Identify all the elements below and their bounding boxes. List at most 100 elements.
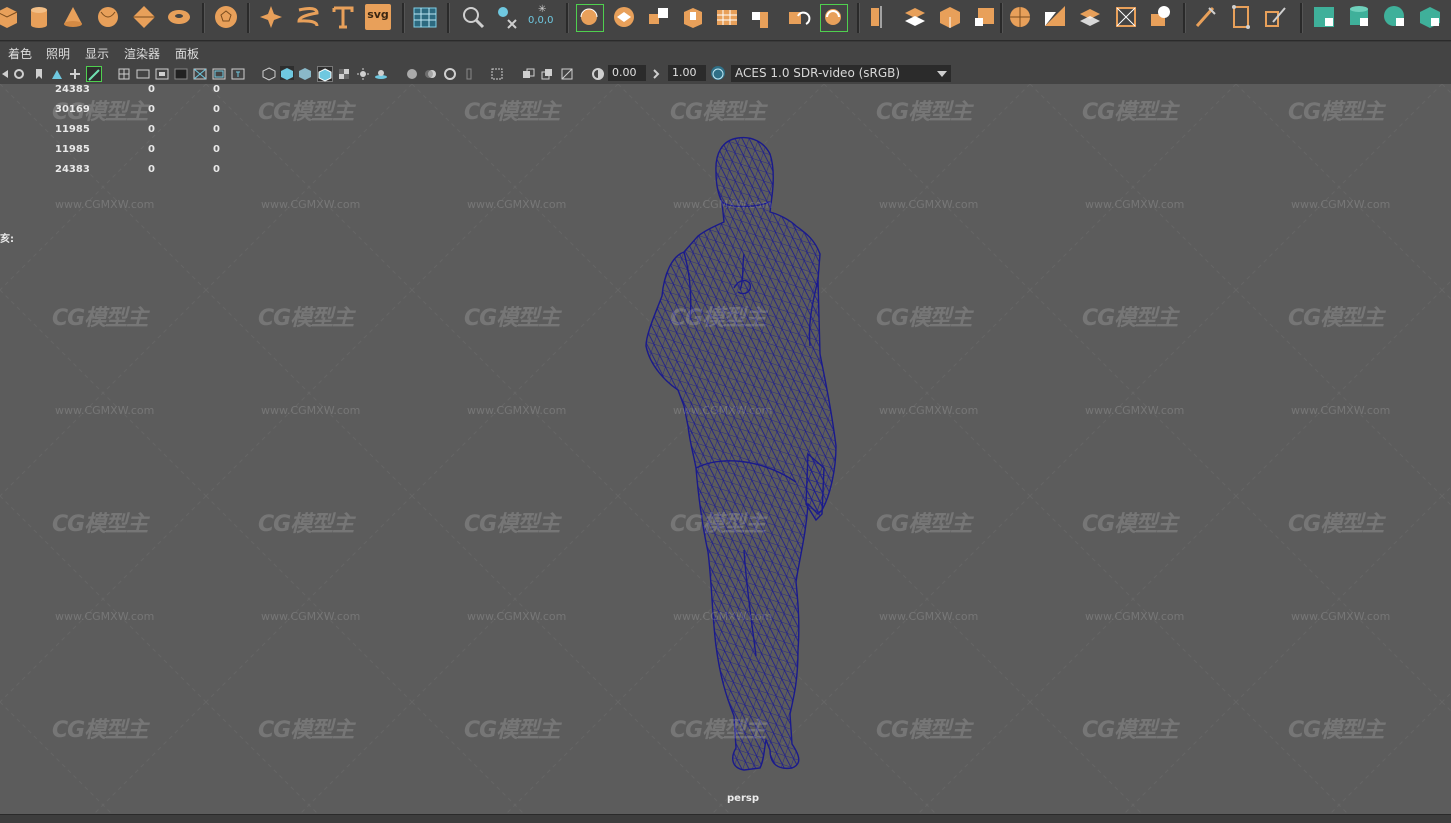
brush-icon[interactable] — [1193, 4, 1219, 30]
target-weld-icon[interactable] — [937, 4, 963, 30]
hud-value: 0 — [213, 84, 220, 95]
view-transform-select[interactable]: ACES 1.0 SDR-video (sRGB) — [731, 65, 951, 82]
gamma-icon[interactable] — [651, 66, 665, 80]
hud-value: 0 — [213, 144, 220, 155]
default-material-icon[interactable] — [298, 66, 312, 80]
screen-space-ao-icon[interactable] — [405, 66, 419, 80]
field-chart-icon[interactable] — [193, 66, 207, 80]
safe-title-icon[interactable] — [231, 66, 245, 80]
lights-icon[interactable] — [356, 66, 370, 80]
snap-icon[interactable] — [494, 4, 520, 30]
poly-select-icon[interactable] — [1007, 4, 1033, 30]
shelf-separator — [857, 3, 860, 33]
menu-renderer[interactable]: 渲染器 — [124, 45, 160, 62]
magnifier-icon[interactable] — [460, 4, 486, 30]
resolution-gate-icon[interactable] — [155, 66, 169, 80]
gate-mask-icon[interactable] — [174, 66, 188, 80]
star-icon[interactable] — [258, 4, 284, 30]
menu-panels[interactable]: 面板 — [175, 45, 199, 62]
smooth-icon[interactable] — [820, 4, 848, 32]
multi-cut-icon[interactable] — [902, 4, 928, 30]
exposure-field[interactable]: 0.00 — [608, 65, 646, 81]
hud-value: 0 — [213, 104, 220, 115]
extrude-icon[interactable] — [680, 4, 706, 30]
pen-icon[interactable] — [1147, 4, 1173, 30]
boolean-icon[interactable] — [786, 4, 812, 30]
shelf-toolbar: svg ✳ 0,0,0 — [0, 0, 1451, 41]
sphere-poly-icon[interactable] — [95, 4, 121, 30]
motion-blur-icon[interactable] — [424, 66, 438, 80]
bookmark-icon[interactable] — [32, 66, 46, 80]
hud-value: 30169 — [55, 104, 90, 115]
smooth-shade-icon[interactable] — [280, 66, 294, 80]
cone-icon[interactable] — [60, 4, 86, 30]
measure-icon[interactable] — [1113, 4, 1139, 30]
menu-show[interactable]: 显示 — [85, 45, 109, 62]
snap-coordinates-icon[interactable]: ✳ 0,0,0 — [528, 4, 558, 30]
panel-menubar: 着色 照明 显示 渲染器 面板 — [0, 41, 1451, 64]
hud-label: 亥: — [0, 234, 14, 245]
3d-viewport[interactable]: 亥: 24383 0 0 30169 0 0 11985 0 0 11985 0… — [0, 84, 1451, 814]
xray-components-icon[interactable] — [560, 66, 574, 80]
cylinder-icon[interactable] — [26, 4, 52, 30]
wireframe-icon[interactable] — [262, 66, 276, 81]
hud-value: 0 — [148, 84, 155, 95]
shelf-separator — [566, 3, 569, 33]
edit-icon[interactable] — [1263, 4, 1289, 30]
svg-label: svg — [367, 8, 389, 21]
shelf-separator — [447, 3, 450, 33]
shelf-separator — [402, 3, 405, 33]
xray-icon[interactable] — [521, 66, 535, 80]
camera-attributes-icon[interactable] — [12, 66, 26, 80]
mirror-icon[interactable] — [867, 4, 893, 30]
bridge-icon[interactable] — [714, 4, 740, 30]
isolate-select-icon[interactable] — [490, 66, 504, 80]
shelf-separator — [202, 3, 205, 33]
menu-lighting[interactable]: 照明 — [46, 45, 70, 62]
image-plane-icon[interactable] — [50, 66, 64, 80]
uv-icon[interactable] — [1042, 4, 1068, 30]
text-type-icon[interactable] — [330, 4, 356, 30]
color-management-icon[interactable] — [711, 66, 725, 80]
grease-pencil-icon[interactable] — [86, 66, 102, 82]
teal-cylinder-icon[interactable] — [1346, 4, 1372, 30]
teal-sphere-icon[interactable] — [1382, 4, 1408, 30]
wireframe-on-shaded-icon[interactable] — [317, 66, 333, 82]
diamond-icon[interactable] — [131, 4, 157, 30]
edge-loop-icon[interactable] — [972, 4, 998, 30]
viewport-canvas — [0, 84, 1451, 814]
hud-value: 24383 — [55, 164, 90, 175]
teal-cube2-icon[interactable] — [1417, 4, 1443, 30]
helix-icon[interactable] — [295, 4, 321, 30]
shelf-separator — [1300, 3, 1303, 33]
film-gate-icon[interactable] — [136, 66, 150, 80]
svg-icon[interactable]: svg — [365, 4, 391, 30]
hud-value: 0 — [148, 104, 155, 115]
safe-action-icon[interactable] — [212, 66, 226, 80]
xray-joints-icon[interactable] — [540, 66, 554, 80]
menu-shading[interactable]: 着色 — [8, 45, 32, 62]
shadows-icon[interactable] — [374, 66, 388, 80]
bevel-icon[interactable] — [611, 4, 637, 30]
soccer-ball-icon[interactable] — [213, 4, 239, 30]
anti-aliasing-icon[interactable] — [443, 66, 457, 80]
fill-hole-icon[interactable] — [749, 4, 775, 30]
textured-icon[interactable] — [337, 66, 351, 80]
depth-of-field-icon[interactable] — [462, 66, 476, 80]
hud-value: 0 — [148, 144, 155, 155]
torus-icon[interactable] — [166, 4, 192, 30]
gamma-field[interactable]: 1.00 — [668, 65, 706, 81]
2d-pan-zoom-icon[interactable] — [68, 66, 82, 80]
sculpt-icon[interactable] — [576, 4, 604, 32]
grid-icon[interactable] — [117, 66, 131, 80]
hud-value: 0 — [213, 164, 220, 175]
shelf-separator — [1000, 3, 1003, 33]
teal-cube-icon[interactable] — [1311, 4, 1337, 30]
hud-value: 11985 — [55, 144, 90, 155]
cube-icon[interactable] — [0, 4, 20, 30]
crease-icon[interactable] — [1077, 4, 1103, 30]
combine-icon[interactable] — [646, 4, 672, 30]
grid-select-icon[interactable] — [412, 4, 438, 30]
exposure-icon[interactable] — [591, 66, 605, 80]
lattice-icon[interactable] — [1229, 4, 1255, 30]
